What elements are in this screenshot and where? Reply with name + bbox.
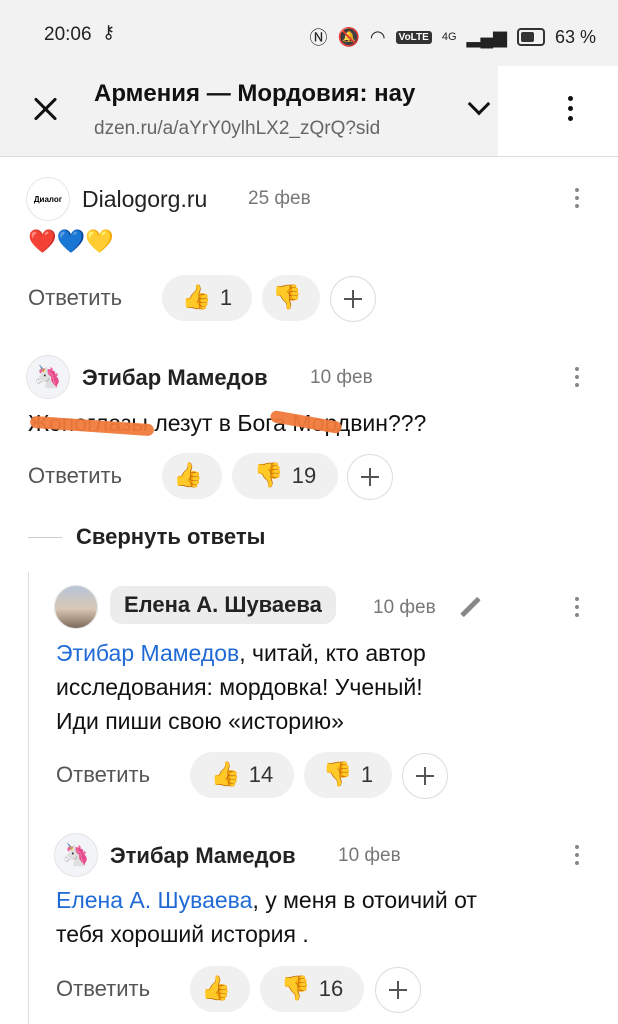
thumbs-up-icon: 👍 bbox=[173, 462, 203, 489]
volte-badge: VoLTE bbox=[395, 30, 432, 44]
comment-text: ❤️💙💛 bbox=[28, 228, 114, 254]
add-reaction-button[interactable] bbox=[347, 454, 393, 500]
reply-button[interactable]: Ответить bbox=[28, 285, 122, 311]
chevron-down-icon[interactable] bbox=[466, 96, 492, 122]
unicorn-icon: 🦄 bbox=[34, 364, 62, 389]
signal-icon: ▂▄▆ bbox=[466, 26, 507, 47]
like-button[interactable]: 👍 14 bbox=[190, 752, 294, 798]
mention-link[interactable]: Этибар Мамедов bbox=[56, 640, 239, 666]
more-vertical-icon[interactable] bbox=[575, 845, 581, 875]
thumbs-down-icon: 👎 bbox=[322, 761, 353, 788]
thumbs-down-icon: 👎 bbox=[272, 284, 302, 311]
unicorn-icon: 🦄 bbox=[62, 842, 90, 867]
like-button[interactable]: 👍 1 bbox=[162, 275, 252, 321]
vpn-key-icon: ⚷ bbox=[102, 22, 116, 42]
like-button[interactable]: 👍 bbox=[162, 453, 222, 499]
comment-date: 10 фев bbox=[338, 845, 401, 866]
reply-button[interactable]: Ответить bbox=[28, 463, 122, 489]
collapse-replies-button[interactable]: Свернуть ответы bbox=[76, 524, 265, 550]
browser-top-bar: Армения — Мордовия: нау dzen.ru/a/aYrY0y… bbox=[0, 66, 618, 157]
add-reaction-button[interactable] bbox=[330, 276, 376, 322]
status-time: 20:06 bbox=[44, 24, 92, 45]
mute-icon: 🔕 bbox=[337, 26, 360, 47]
comment-date: 10 фев bbox=[373, 597, 436, 618]
dislike-button[interactable]: 👎 bbox=[262, 275, 320, 321]
more-vertical-icon[interactable] bbox=[575, 597, 581, 627]
comment-date: 25 фев bbox=[248, 188, 311, 209]
status-bar: 20:06 ⚷ Ⓝ 🔕 ◠ VoLTE 4G ▂▄▆ 63 % bbox=[0, 0, 618, 66]
status-icons: Ⓝ 🔕 ◠ VoLTE 4G ▂▄▆ 63 % bbox=[310, 24, 597, 50]
comment-text: Елена А. Шуваева, у меня в отоичий от те… bbox=[56, 887, 477, 947]
add-reaction-button[interactable] bbox=[375, 967, 421, 1013]
avatar[interactable] bbox=[54, 585, 98, 629]
close-icon[interactable] bbox=[28, 92, 64, 128]
comment-author[interactable]: Елена А. Шуваева bbox=[110, 586, 336, 624]
wifi-icon: ◠ bbox=[369, 26, 386, 47]
battery-percent: 63 % bbox=[554, 26, 596, 47]
battery-icon bbox=[516, 28, 545, 46]
dislike-button[interactable]: 👎 16 bbox=[260, 966, 364, 1012]
network-type: 4G bbox=[441, 31, 457, 43]
more-vertical-icon[interactable] bbox=[575, 367, 581, 397]
more-vertical-icon[interactable] bbox=[568, 96, 574, 126]
divider bbox=[28, 537, 62, 538]
comment-date: 10 фев bbox=[310, 367, 373, 388]
pencil-icon bbox=[458, 597, 482, 621]
thumbs-up-icon: 👍 bbox=[201, 975, 231, 1002]
comment-text: Этибар Мамедов, читай, кто автор исследо… bbox=[56, 640, 426, 734]
mention-link[interactable]: Елена А. Шуваева bbox=[56, 887, 252, 913]
avatar[interactable]: 🦄 bbox=[54, 833, 98, 877]
dislike-button[interactable]: 👎 19 bbox=[232, 453, 338, 499]
nfc-icon: Ⓝ bbox=[309, 28, 328, 48]
add-reaction-button[interactable] bbox=[402, 753, 448, 799]
thumbs-down-icon: 👎 bbox=[253, 462, 284, 489]
reply-button[interactable]: Ответить bbox=[56, 762, 150, 788]
reply-button[interactable]: Ответить bbox=[56, 976, 150, 1002]
like-button[interactable]: 👍 bbox=[190, 966, 250, 1012]
thumbs-up-icon: 👍 bbox=[210, 761, 241, 788]
comment-author[interactable]: Dialogorg.ru bbox=[82, 186, 207, 213]
page-title: Армения — Мордовия: нау bbox=[94, 80, 416, 107]
more-vertical-icon[interactable] bbox=[575, 188, 581, 218]
thread-line bbox=[28, 572, 29, 1024]
thumbs-up-icon: 👍 bbox=[181, 284, 212, 311]
comment-author[interactable]: Этибар Мамедов bbox=[82, 365, 268, 391]
dislike-button[interactable]: 👎 1 bbox=[304, 752, 392, 798]
avatar[interactable]: 🦄 bbox=[26, 355, 70, 399]
avatar[interactable]: Диалог bbox=[26, 177, 70, 221]
thumbs-down-icon: 👎 bbox=[280, 975, 311, 1002]
page-url[interactable]: dzen.ru/a/aYrY0ylhLX2_zQrQ?sid bbox=[94, 118, 434, 140]
comment-author[interactable]: Этибар Мамедов bbox=[110, 843, 296, 869]
